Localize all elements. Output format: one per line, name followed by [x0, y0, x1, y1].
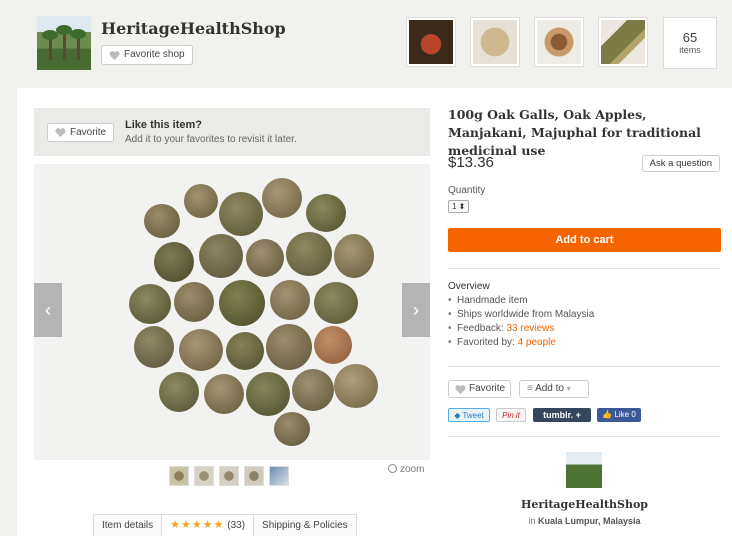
quantity-label: Quantity: [448, 185, 486, 196]
image-thumbnail[interactable]: [169, 466, 189, 486]
purchase-column: 100g Oak Galls, Oak Apples, Manjakani, M…: [448, 106, 721, 526]
heart-icon: [455, 385, 466, 394]
product-price: $13.36: [448, 154, 494, 171]
tweet-button[interactable]: ◆ Tweet: [448, 408, 490, 422]
pinit-button[interactable]: Pin it: [496, 408, 526, 422]
zoom-button[interactable]: zoom: [388, 464, 424, 475]
favorite-item-label: Favorite: [70, 127, 107, 138]
rating-stars: ★★★★★: [170, 519, 225, 531]
shop-item-thumbnail[interactable]: [534, 17, 584, 67]
items-count-value: 65: [682, 30, 698, 45]
shop-card-avatar[interactable]: [566, 452, 602, 488]
shop-card-name[interactable]: HeritageHealthShop: [448, 498, 721, 511]
favorite-button[interactable]: Favorite: [448, 380, 511, 398]
reviews-link[interactable]: 33 reviews: [506, 323, 554, 334]
divider: [448, 366, 721, 367]
favorite-label: Favorite: [469, 383, 506, 394]
overview-list: Handmade item Ships worldwide from Malay…: [448, 294, 594, 350]
twitter-icon: ◆: [454, 411, 461, 420]
tumblr-button[interactable]: tumblr. +: [533, 408, 591, 422]
list-item: Handmade item: [448, 294, 594, 308]
like-item-bar: Favorite Like this item? Add it to your …: [34, 108, 430, 156]
image-thumbnail[interactable]: [244, 466, 264, 486]
list-item: Ships worldwide from Malaysia: [448, 308, 594, 322]
tab-reviews[interactable]: ★★★★★ (33): [161, 514, 255, 536]
image-thumbnail[interactable]: [194, 466, 214, 486]
shop-item-thumbnail[interactable]: [598, 17, 648, 67]
zoom-label: zoom: [400, 464, 425, 475]
favorite-shop-button[interactable]: Favorite shop: [101, 45, 193, 65]
heart-icon: [55, 128, 66, 137]
main-product-image[interactable]: ‹ ›: [34, 164, 430, 460]
image-thumbnail[interactable]: [269, 466, 289, 486]
shop-item-thumbnail[interactable]: [470, 17, 520, 67]
shop-card-location: in Kuala Lumpur, Malaysia: [528, 516, 641, 526]
add-to-label: Add to: [535, 383, 564, 394]
previous-image-button[interactable]: ‹: [34, 283, 62, 337]
add-to-cart-button[interactable]: Add to cart: [448, 228, 721, 252]
facebook-like-button[interactable]: 👍 Like 0: [597, 408, 641, 422]
like-title: Like this item?: [125, 119, 203, 131]
overview-title: Overview: [448, 281, 490, 292]
chevron-down-icon: ▾: [566, 384, 571, 393]
shop-item-thumbnail[interactable]: [406, 17, 456, 67]
ask-question-button[interactable]: Ask a question: [641, 155, 720, 172]
tab-shipping-policies[interactable]: Shipping & Policies: [253, 514, 357, 536]
plus-icon: +: [575, 410, 581, 420]
magnifier-icon: [388, 464, 397, 473]
product-title: 100g Oak Galls, Oak Apples, Manjakani, M…: [448, 107, 701, 158]
shop-avatar[interactable]: [37, 16, 91, 70]
image-thumbnail[interactable]: [219, 466, 239, 486]
shop-name[interactable]: HeritageHealthShop: [101, 19, 286, 38]
shop-item-thumbnails: [406, 17, 662, 67]
next-image-button[interactable]: ›: [402, 283, 430, 337]
items-count-label: items: [679, 45, 701, 55]
listing-panel: Favorite Like this item? Add it to your …: [17, 88, 732, 536]
image-thumbnails: [169, 466, 289, 486]
review-count: (33): [227, 520, 246, 531]
tab-item-details[interactable]: Item details: [93, 514, 163, 536]
shop-items-count[interactable]: 65 items: [663, 17, 717, 69]
quantity-select[interactable]: 1 ⬍: [448, 200, 469, 213]
favorited-by-link[interactable]: 4 people: [518, 337, 556, 348]
list-icon: ≡: [527, 383, 533, 394]
shop-header: HeritageHealthShop Favorite shop 65 item…: [0, 0, 732, 88]
list-item: Feedback: 33 reviews: [448, 322, 594, 336]
favorite-item-button[interactable]: Favorite: [47, 123, 115, 142]
list-item: Favorited by: 4 people: [448, 336, 594, 350]
heart-icon: [109, 51, 120, 60]
listing-tabs: Item details ★★★★★ (33) Shipping & Polic…: [93, 514, 357, 536]
thumbs-up-icon: 👍: [602, 410, 613, 419]
divider: [448, 268, 721, 269]
favorite-shop-label: Favorite shop: [124, 49, 185, 60]
like-subtitle: Add it to your favorites to revisit it l…: [125, 134, 297, 145]
add-to-list-button[interactable]: ≡ Add to ▾: [519, 380, 589, 398]
divider: [448, 436, 721, 437]
